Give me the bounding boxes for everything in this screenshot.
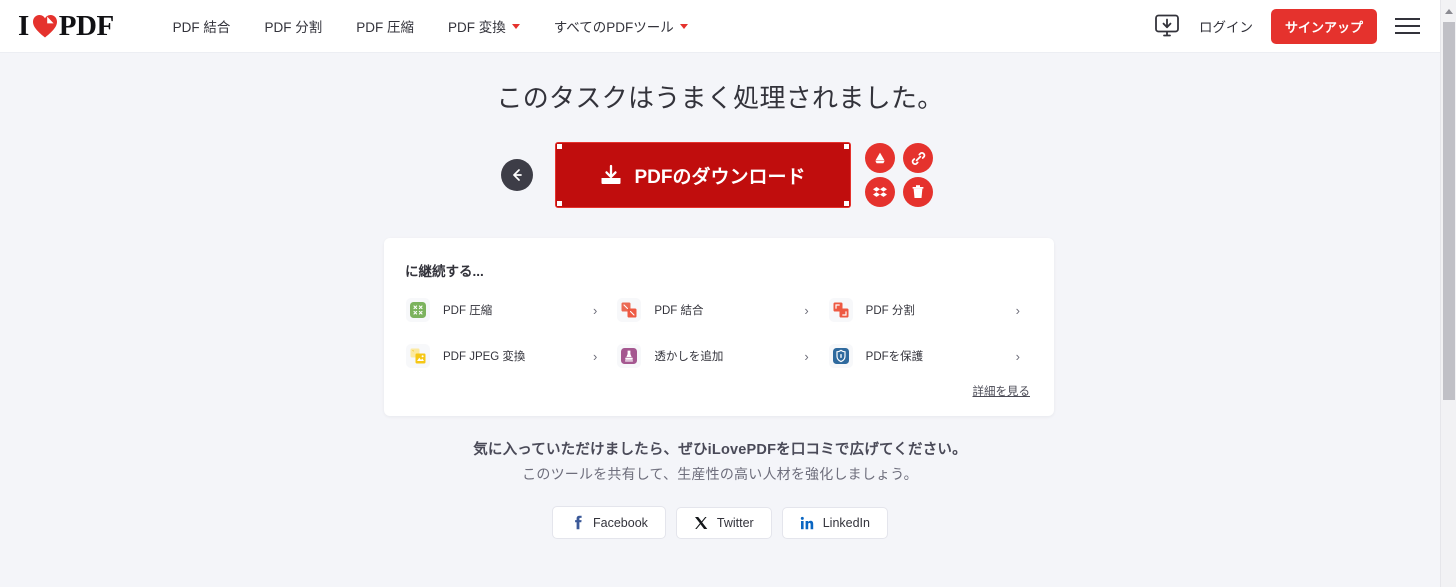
- nav-label: PDF 変換: [447, 20, 506, 35]
- signup-button[interactable]: サインアップ: [1270, 8, 1377, 44]
- save-to-dropbox-button[interactable]: [865, 177, 895, 207]
- tool-item-split-pdf[interactable]: PDF 分割 ›: [825, 292, 1036, 328]
- share-linkedin-button[interactable]: LinkedIn: [781, 506, 888, 539]
- chevron-down-icon: [679, 23, 688, 29]
- share-headline: 気に入っていただけましたら、ぜひiLovePDFを口コミで広げてください。: [473, 442, 967, 458]
- share-subline: このツールを共有して、生産性の高い人材を強化しましょう。: [522, 466, 918, 482]
- site-header: I PDF PDF 結合 PDF 分割 PDF 圧縮 PDF 変換 すべてのPD…: [0, 0, 1440, 53]
- file-side-actions: [863, 141, 939, 209]
- share-buttons: Facebook Twitter LinkedIn: [0, 506, 1440, 539]
- hamburger-bar: [1395, 25, 1420, 27]
- share-button-label: LinkedIn: [822, 515, 870, 530]
- continue-to-card: に継続する... PDF 圧縮 › PDF 結合 › PDF 分割 › PDF …: [384, 238, 1054, 416]
- nav-item-convert-pdf[interactable]: PDF 変換: [431, 10, 537, 42]
- share-facebook-button[interactable]: Facebook: [552, 506, 666, 539]
- heart-icon: [32, 14, 58, 39]
- tool-item-merge-pdf[interactable]: PDF 結合 ›: [613, 292, 824, 328]
- download-pdf-button[interactable]: PDFのダウンロード: [555, 142, 851, 208]
- protect-pdf-icon: [828, 344, 853, 368]
- chevron-down-icon: [511, 23, 520, 29]
- compress-pdf-icon: [406, 298, 430, 322]
- tool-item-compress-pdf[interactable]: PDF 圧縮 ›: [402, 292, 613, 328]
- chevron-right-icon: ›: [804, 348, 809, 364]
- logo-text-pdf: PDF: [58, 9, 114, 42]
- nav-label: すべてのPDFツール: [553, 20, 674, 35]
- watermark-icon: [617, 344, 642, 368]
- chevron-right-icon: ›: [1015, 348, 1020, 364]
- chevron-right-icon: ›: [804, 302, 809, 318]
- main-navigation: PDF 結合 PDF 分割 PDF 圧縮 PDF 変換 すべてのPDFツール: [156, 10, 705, 42]
- link-icon: [911, 151, 925, 165]
- desktop-download-icon[interactable]: [1153, 14, 1181, 38]
- header-actions: ログイン サインアップ: [1153, 8, 1420, 44]
- nav-item-split-pdf[interactable]: PDF 分割: [247, 10, 339, 42]
- twitter-x-icon: [694, 516, 708, 529]
- split-pdf-icon: [828, 298, 853, 322]
- merge-pdf-icon: [617, 298, 642, 322]
- nav-label: PDF 分割: [264, 20, 323, 35]
- see-more-link[interactable]: 詳細を見る: [973, 386, 1031, 398]
- tool-label: PDF 圧縮: [443, 305, 493, 317]
- nav-item-merge-pdf[interactable]: PDF 結合: [156, 10, 248, 42]
- tool-label: 透かしを追加: [654, 351, 724, 363]
- main-content: このタスクはうまく処理されました。 PDFのダウンロード に継続する... PD…: [0, 53, 1440, 587]
- success-message: このタスクはうまく処理されました。: [496, 83, 944, 113]
- linkedin-icon: [800, 516, 813, 529]
- tool-label: PDFを保護: [865, 351, 924, 363]
- nav-item-all-pdf-tools[interactable]: すべてのPDFツール: [537, 10, 705, 42]
- tool-item-protect-pdf[interactable]: PDFを保護 ›: [825, 338, 1036, 374]
- scroll-up-arrow-icon[interactable]: [1441, 3, 1456, 19]
- tool-label: PDF 分割: [865, 305, 915, 317]
- tool-label: PDF JPEG 変換: [443, 351, 526, 363]
- share-button-label: Twitter: [716, 515, 754, 530]
- copy-link-button[interactable]: [903, 143, 933, 173]
- nav-item-compress-pdf[interactable]: PDF 圧縮: [339, 10, 431, 42]
- nav-label: PDF 圧縮: [356, 20, 414, 35]
- login-link[interactable]: ログイン: [1199, 16, 1253, 36]
- share-section: 気に入っていただけましたら、ぜひiLovePDFを口コミで広げてください。 この…: [0, 438, 1440, 539]
- download-icon: [601, 164, 621, 184]
- download-button-label: PDFのダウンロード: [634, 166, 806, 188]
- selection-corner-handle: [844, 144, 849, 149]
- hamburger-menu-icon[interactable]: [1395, 15, 1420, 37]
- logo-text-i: I: [18, 9, 29, 42]
- page-root: I PDF PDF 結合 PDF 分割 PDF 圧縮 PDF 変換 すべてのPD…: [0, 0, 1456, 587]
- tool-item-pdf-to-jpg[interactable]: PDF JPEG 変換 ›: [402, 338, 613, 374]
- tool-item-add-watermark[interactable]: 透かしを追加 ›: [613, 338, 824, 374]
- continue-card-title: に継続する...: [405, 264, 484, 279]
- selection-corner-handle: [844, 201, 849, 206]
- ilovepdf-logo[interactable]: I PDF: [18, 10, 114, 43]
- page-scrollbar[interactable]: [1440, 0, 1456, 587]
- download-action-row: PDFのダウンロード: [0, 141, 1440, 209]
- scrollbar-thumb[interactable]: [1443, 22, 1455, 400]
- save-to-google-drive-button[interactable]: [865, 143, 895, 173]
- arrow-left-icon: [513, 169, 522, 181]
- hamburger-bar: [1395, 18, 1420, 20]
- see-more-row: 詳細を見る: [384, 382, 1031, 400]
- chevron-right-icon: ›: [592, 302, 598, 318]
- chevron-right-icon: ›: [1015, 302, 1020, 318]
- tools-grid: PDF 圧縮 › PDF 結合 › PDF 分割 › PDF JPEG 変換 ›…: [402, 292, 1036, 374]
- trash-icon: [912, 185, 924, 198]
- google-drive-icon: [875, 152, 885, 164]
- nav-label: PDF 結合: [172, 20, 231, 35]
- facebook-icon: [575, 515, 582, 530]
- share-twitter-button[interactable]: Twitter: [675, 506, 772, 539]
- dropbox-icon: [873, 187, 887, 197]
- share-button-label: Facebook: [593, 515, 648, 530]
- back-button[interactable]: [501, 159, 533, 191]
- selection-corner-handle: [557, 144, 562, 149]
- delete-file-button[interactable]: [903, 177, 933, 207]
- chevron-right-icon: ›: [592, 348, 598, 364]
- tool-label: PDF 結合: [654, 305, 704, 317]
- selection-corner-handle: [557, 201, 562, 206]
- hamburger-bar: [1395, 32, 1420, 34]
- pdf-to-jpg-icon: [406, 344, 430, 368]
